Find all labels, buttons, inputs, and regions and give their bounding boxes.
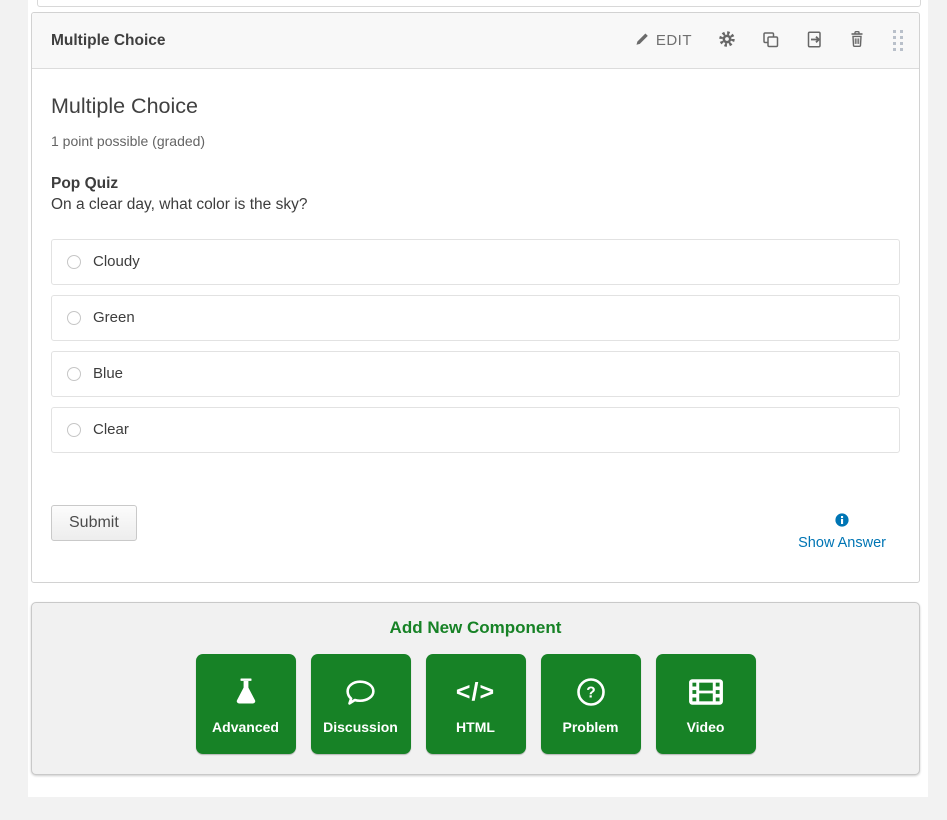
delete-button[interactable] xyxy=(849,30,865,51)
choice-label: Cloudy xyxy=(93,253,140,270)
duplicate-icon xyxy=(762,31,779,51)
question-circle-icon: ? xyxy=(574,669,608,715)
svg-text:?: ? xyxy=(586,685,595,702)
film-icon xyxy=(688,669,724,715)
move-button[interactable] xyxy=(805,31,823,51)
choice-label: Blue xyxy=(93,365,123,382)
add-new-component-panel: Add New Component Advanced Discussion xyxy=(31,602,920,775)
submit-button[interactable]: Submit xyxy=(51,505,137,541)
unit-content-column: Multiple Choice EDIT xyxy=(28,0,928,797)
choice-list: Cloudy Green Blue Clear xyxy=(51,239,900,453)
problem-actions-row: Submit Show Answer xyxy=(51,505,900,551)
choice-option-green[interactable]: Green xyxy=(51,295,900,341)
component-button-label: Advanced xyxy=(212,719,279,735)
info-icon xyxy=(835,514,849,531)
add-component-title: Add New Component xyxy=(32,618,919,638)
component-card-header: Multiple Choice EDIT xyxy=(32,13,919,69)
settings-button[interactable] xyxy=(718,30,736,51)
radio-button[interactable] xyxy=(67,311,81,325)
gear-icon xyxy=(718,30,736,51)
edit-button[interactable]: EDIT xyxy=(635,32,692,49)
points-text: 1 point possible (graded) xyxy=(51,133,900,149)
trash-icon xyxy=(849,30,865,51)
component-button-label: Video xyxy=(687,719,725,735)
choice-option-blue[interactable]: Blue xyxy=(51,351,900,397)
component-type-buttons: Advanced Discussion </> HTML ? xyxy=(32,654,919,754)
duplicate-button[interactable] xyxy=(762,31,779,51)
component-button-label: HTML xyxy=(456,719,495,735)
radio-button[interactable] xyxy=(67,423,81,437)
problem-preview: Multiple Choice 1 point possible (graded… xyxy=(32,69,919,551)
component-title: Multiple Choice xyxy=(51,32,166,50)
problem-heading: Multiple Choice xyxy=(51,94,900,120)
choice-label: Clear xyxy=(93,421,129,438)
previous-component-edge xyxy=(37,0,921,7)
choice-label: Green xyxy=(93,309,135,326)
drag-handle[interactable] xyxy=(891,28,905,53)
question-text: On a clear day, what color is the sky? xyxy=(51,196,900,214)
radio-button[interactable] xyxy=(67,255,81,269)
flask-icon xyxy=(230,669,262,715)
component-button-label: Problem xyxy=(562,719,618,735)
add-problem-button[interactable]: ? Problem xyxy=(541,654,641,754)
edit-button-label: EDIT xyxy=(656,32,692,49)
add-advanced-button[interactable]: Advanced xyxy=(196,654,296,754)
show-answer-link[interactable]: Show Answer xyxy=(798,535,886,551)
choice-option-cloudy[interactable]: Cloudy xyxy=(51,239,900,285)
choice-option-clear[interactable]: Clear xyxy=(51,407,900,453)
add-video-button[interactable]: Video xyxy=(656,654,756,754)
question-title: Pop Quiz xyxy=(51,175,900,193)
component-toolbar: EDIT xyxy=(635,28,905,53)
component-button-label: Discussion xyxy=(323,719,398,735)
radio-button[interactable] xyxy=(67,367,81,381)
show-answer-block: Show Answer xyxy=(798,513,886,551)
add-html-button[interactable]: </> HTML xyxy=(426,654,526,754)
move-icon xyxy=(805,31,823,51)
speech-bubble-icon xyxy=(343,669,378,715)
pencil-icon xyxy=(635,32,649,49)
add-discussion-button[interactable]: Discussion xyxy=(311,654,411,754)
code-icon: </> xyxy=(456,669,495,715)
component-card-multiple-choice: Multiple Choice EDIT xyxy=(31,12,920,583)
